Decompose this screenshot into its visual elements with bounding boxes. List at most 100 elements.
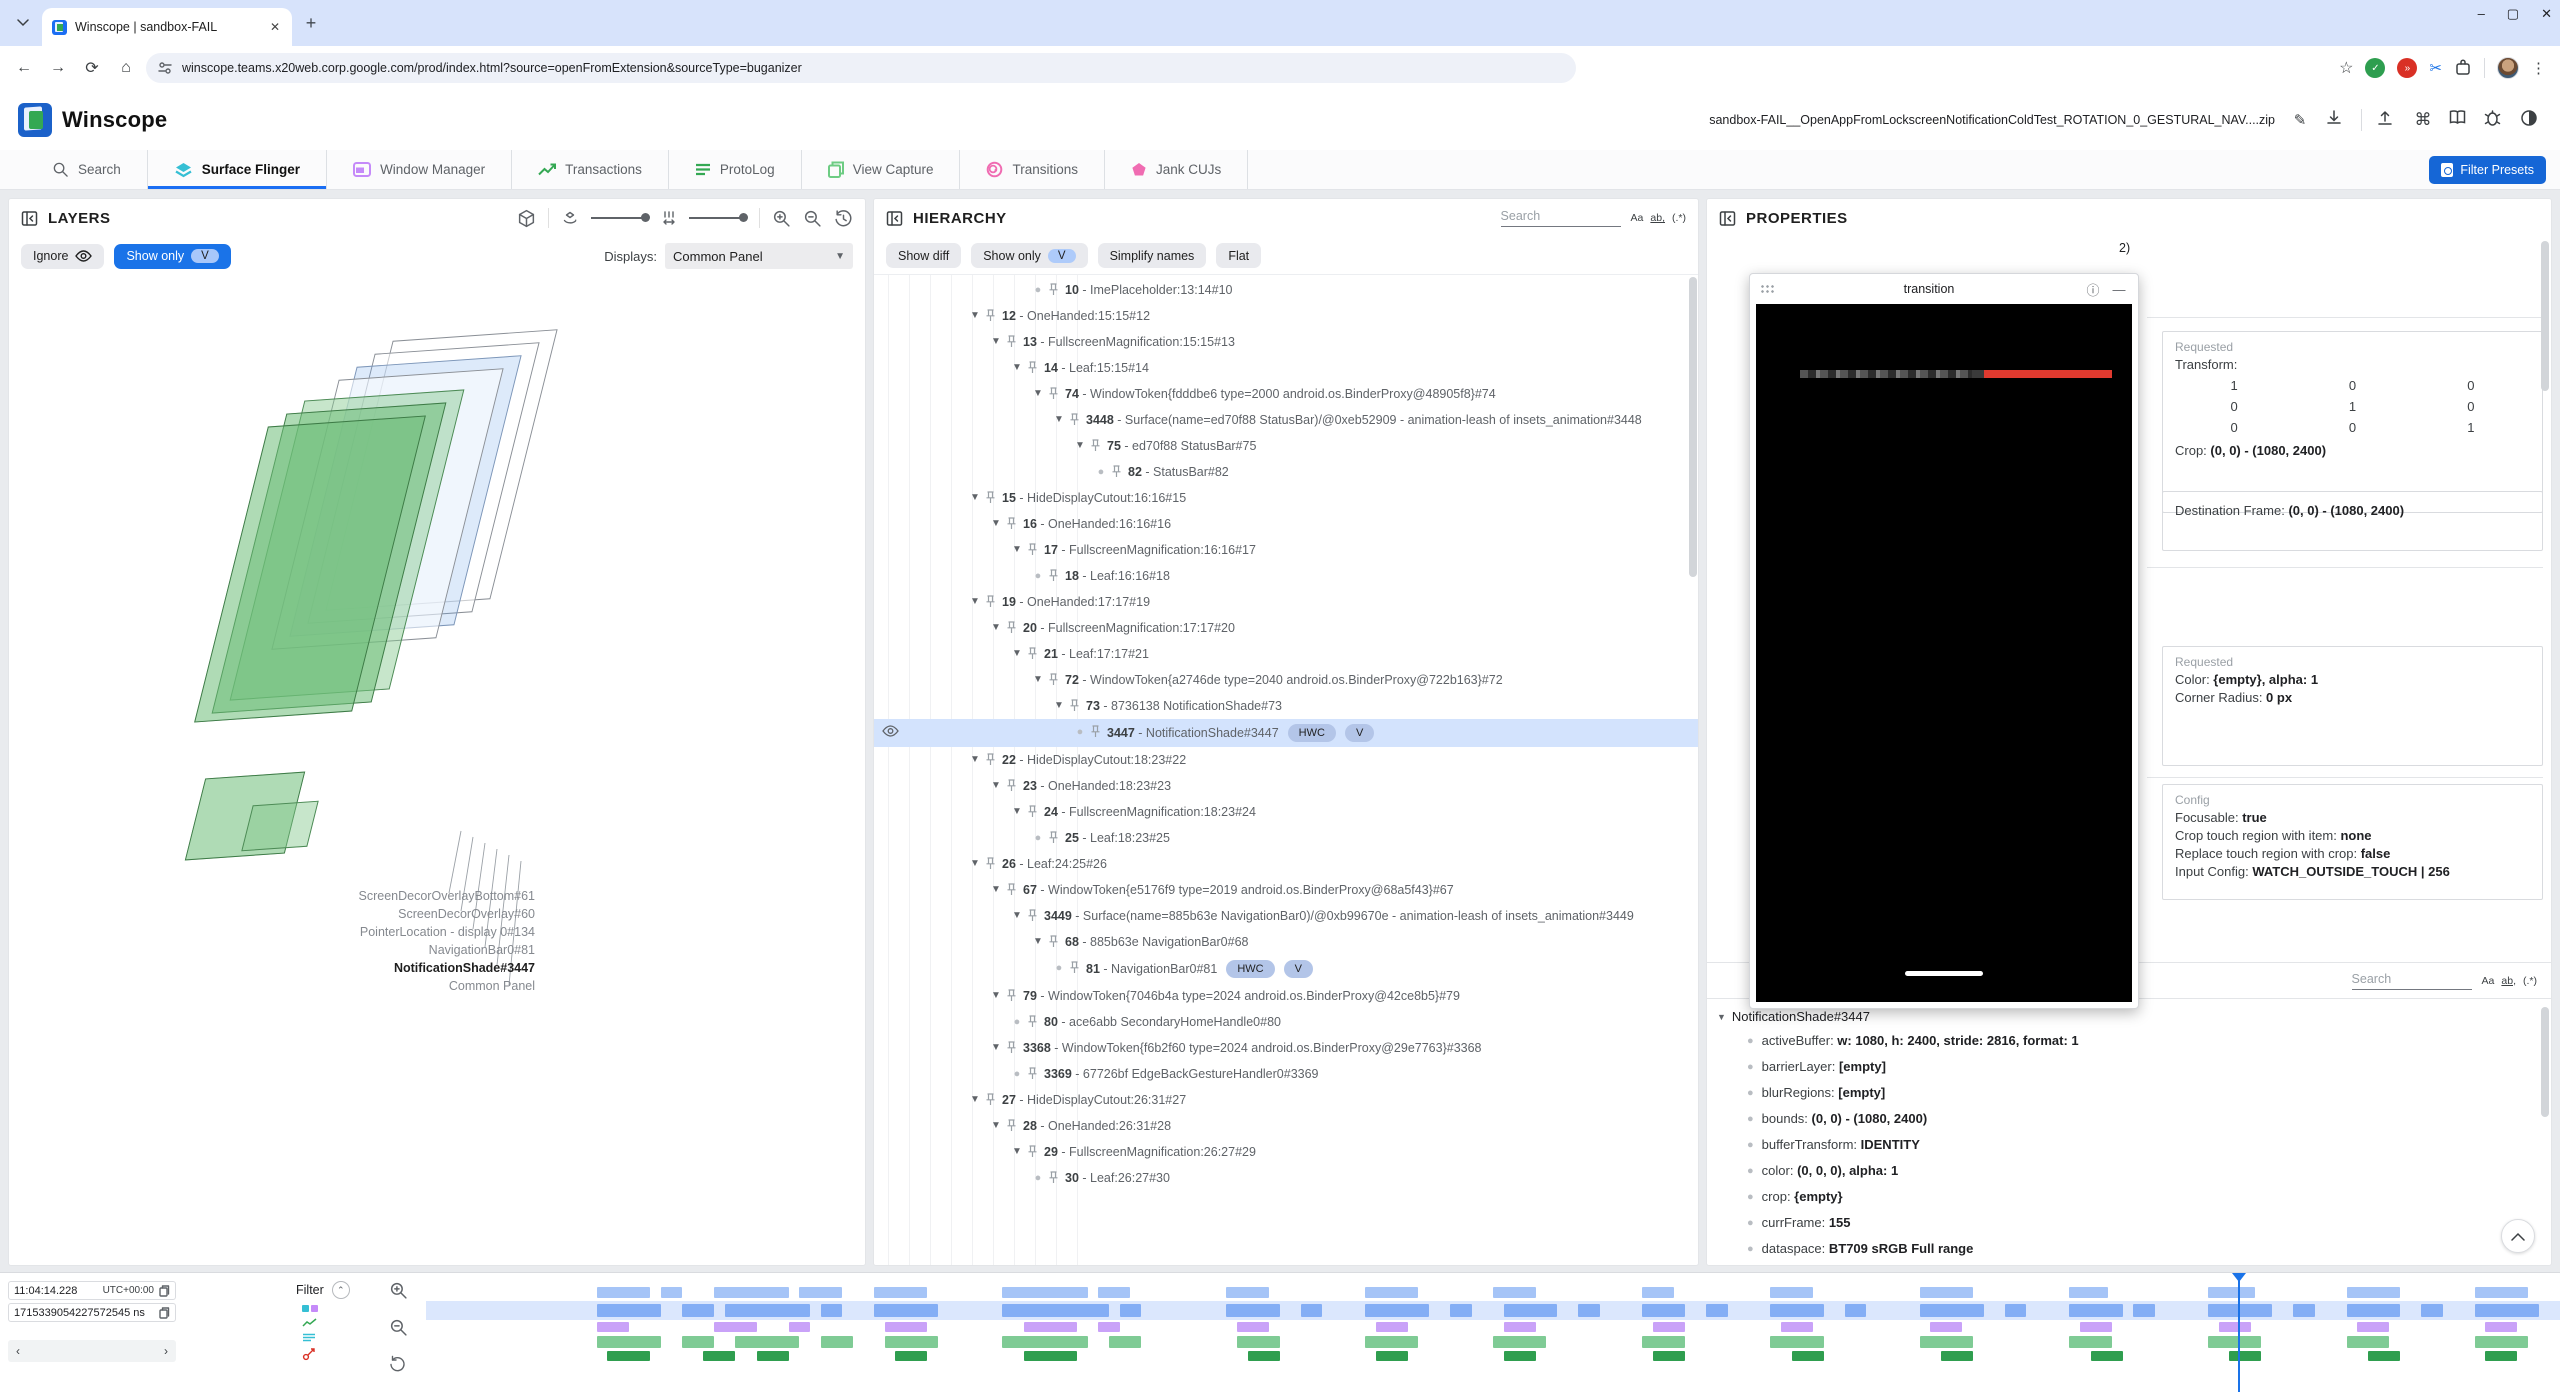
trace-entry-segment[interactable] [2133,1304,2154,1317]
hierarchy-node[interactable]: ▼3448 - Surface(name=ed70f88 StatusBar)/… [874,407,1698,433]
trace-entry-segment[interactable] [1578,1304,1599,1317]
edit-file-icon[interactable]: ✎ [2289,109,2311,131]
window-maximize-button[interactable]: ▢ [2507,6,2519,22]
trace-entry-segment[interactable] [1493,1287,1536,1298]
browser-menu-icon[interactable]: ⋮ [2531,59,2546,77]
timeline-track[interactable] [426,1304,2560,1317]
pin-icon[interactable] [1088,724,1107,738]
trace-entry-segment[interactable] [1642,1287,1674,1298]
hierarchy-node[interactable]: ●81 - NavigationBar0#81HWCV [874,955,1698,983]
expand-arrow-icon[interactable]: ▼ [1072,438,1088,454]
expand-arrow-icon[interactable]: ▼ [988,882,1004,898]
overlay-titlebar[interactable]: transition ⓘ — [1750,274,2138,304]
hierarchy-node[interactable]: ▼12 - OneHanded:15:15#12 [874,303,1698,329]
trace-entry-segment[interactable] [1450,1304,1471,1317]
hierarchy-node[interactable]: ▼74 - WindowToken{fdddbe6 type=2000 andr… [874,381,1698,407]
timeline-track[interactable] [426,1287,2560,1298]
trace-entry-segment[interactable] [1024,1351,1077,1361]
hierarchy-node[interactable]: ▼28 - OneHanded:26:31#28 [874,1113,1698,1139]
trace-entry-segment[interactable] [1098,1287,1130,1298]
bookmark-star-icon[interactable]: ☆ [2339,58,2353,78]
pin-icon[interactable] [1025,908,1044,922]
pin-icon[interactable] [1046,934,1065,948]
pin-icon[interactable] [1025,646,1044,660]
pin-icon[interactable] [983,856,1002,870]
layers-3d-canvas[interactable]: ScreenDecorOverlayBottom#61ScreenDecorOv… [9,275,865,1265]
trace-entry-segment[interactable] [2475,1336,2528,1348]
upload-icon[interactable] [2376,109,2398,131]
property-item[interactable]: ●dataspace: BT709 sRGB Full range [1717,1236,2551,1262]
reset-view-icon[interactable] [834,209,853,228]
trace-entry-segment[interactable] [2005,1304,2026,1317]
trace-entry-segment[interactable] [1845,1304,1866,1317]
layer-label[interactable]: Common Panel [359,977,535,995]
collapse-panel-icon[interactable] [886,210,903,227]
tab-search-button[interactable] [8,8,38,38]
trace-entry-segment[interactable] [2069,1287,2107,1298]
trace-entry-segment[interactable] [2069,1336,2112,1348]
hierarchy-node[interactable]: ▼20 - FullscreenMagnification:17:17#20 [874,615,1698,641]
hierarchy-node[interactable]: ▼19 - OneHanded:17:17#19 [874,589,1698,615]
hierarchy-node[interactable]: ▼17 - FullscreenMagnification:16:16#17 [874,537,1698,563]
tab-search[interactable]: Search [26,150,147,189]
scroll-to-top-button[interactable] [2501,1219,2535,1253]
expand-arrow-icon[interactable]: ▼ [1009,804,1025,820]
match-word-toggle[interactable]: ab, [1650,212,1665,224]
hierarchy-node[interactable]: ▼26 - Leaf:24:25#26 [874,851,1698,877]
timeline-tracks[interactable] [426,1273,2560,1392]
show-only-visible-toggle[interactable]: Show only V [114,244,230,269]
pin-icon[interactable] [1046,386,1065,400]
trace-entry-segment[interactable] [2347,1336,2390,1348]
hierarchy-node[interactable]: ▼27 - HideDisplayCutout:26:31#27 [874,1087,1698,1113]
pin-icon[interactable] [1067,698,1086,712]
trace-entry-segment[interactable] [2069,1304,2122,1317]
trace-entry-segment[interactable] [1653,1351,1685,1361]
scroll-right-icon[interactable]: › [164,1344,168,1358]
timeline-cursor[interactable] [2238,1273,2240,1392]
pin-icon[interactable] [1109,464,1128,478]
expand-arrow-icon[interactable]: ▼ [1030,934,1046,950]
hierarchy-node[interactable]: ▼29 - FullscreenMagnification:26:27#29 [874,1139,1698,1165]
info-icon[interactable]: ⓘ [2084,280,2102,299]
hierarchy-node[interactable]: ●25 - Leaf:18:23#25 [874,825,1698,851]
hierarchy-node[interactable]: ●10 - ImePlaceholder:13:14#10 [874,277,1698,303]
window-minimize-button[interactable]: – [2478,6,2485,22]
pin-icon[interactable] [1067,960,1086,974]
trace-entry-segment[interactable] [1248,1351,1280,1361]
expand-arrow-icon[interactable]: ▼ [1051,698,1067,714]
pin-icon[interactable] [1046,672,1065,686]
trace-entry-segment[interactable] [1226,1287,1269,1298]
trace-entry-segment[interactable] [714,1287,789,1298]
tab-view-capture[interactable]: View Capture [801,150,960,189]
trace-entry-segment[interactable] [1792,1351,1824,1361]
trace-entry-segment[interactable] [1098,1322,1119,1332]
trace-entry-segment[interactable] [1376,1351,1408,1361]
trace-entry-segment[interactable] [1226,1304,1279,1317]
trace-entry-segment[interactable] [2080,1322,2112,1332]
property-item[interactable]: ●blurRegions: [empty] [1717,1080,2551,1106]
displays-select[interactable]: Common Panel ▼ [665,243,853,269]
trace-entry-segment[interactable] [1770,1287,1813,1298]
copy-icon[interactable] [159,1285,170,1297]
trace-entry-segment[interactable] [2229,1351,2261,1361]
expand-arrow-icon[interactable]: ▼ [1009,1144,1025,1160]
collapse-panel-icon[interactable] [21,210,38,227]
property-item[interactable]: ●bounds: (0, 0) - (1080, 2400) [1717,1106,2551,1132]
flat-toggle[interactable]: Flat [1216,243,1261,268]
trace-entry-segment[interactable] [1504,1351,1536,1361]
trace-entry-segment[interactable] [2485,1322,2517,1332]
expand-arrow-icon[interactable]: ▼ [967,752,983,768]
forward-button[interactable]: → [44,54,72,82]
reload-button[interactable]: ⟳ [78,54,106,82]
documentation-icon[interactable] [2448,109,2470,131]
hierarchy-node[interactable]: ▼13 - FullscreenMagnification:15:15#13 [874,329,1698,355]
properties-scrollbar[interactable] [2541,241,2549,391]
drag-handle-icon[interactable] [1760,284,1774,294]
hierarchy-node[interactable]: ▼16 - OneHanded:16:16#16 [874,511,1698,537]
pin-icon[interactable] [1046,568,1065,582]
window-close-button[interactable]: ✕ [2541,6,2552,22]
trace-entry-segment[interactable] [597,1336,661,1348]
trace-entry-segment[interactable] [1920,1336,1973,1348]
trace-entry-segment[interactable] [1706,1304,1727,1317]
property-item[interactable]: ●color: (0, 0, 0), alpha: 1 [1717,1158,2551,1184]
